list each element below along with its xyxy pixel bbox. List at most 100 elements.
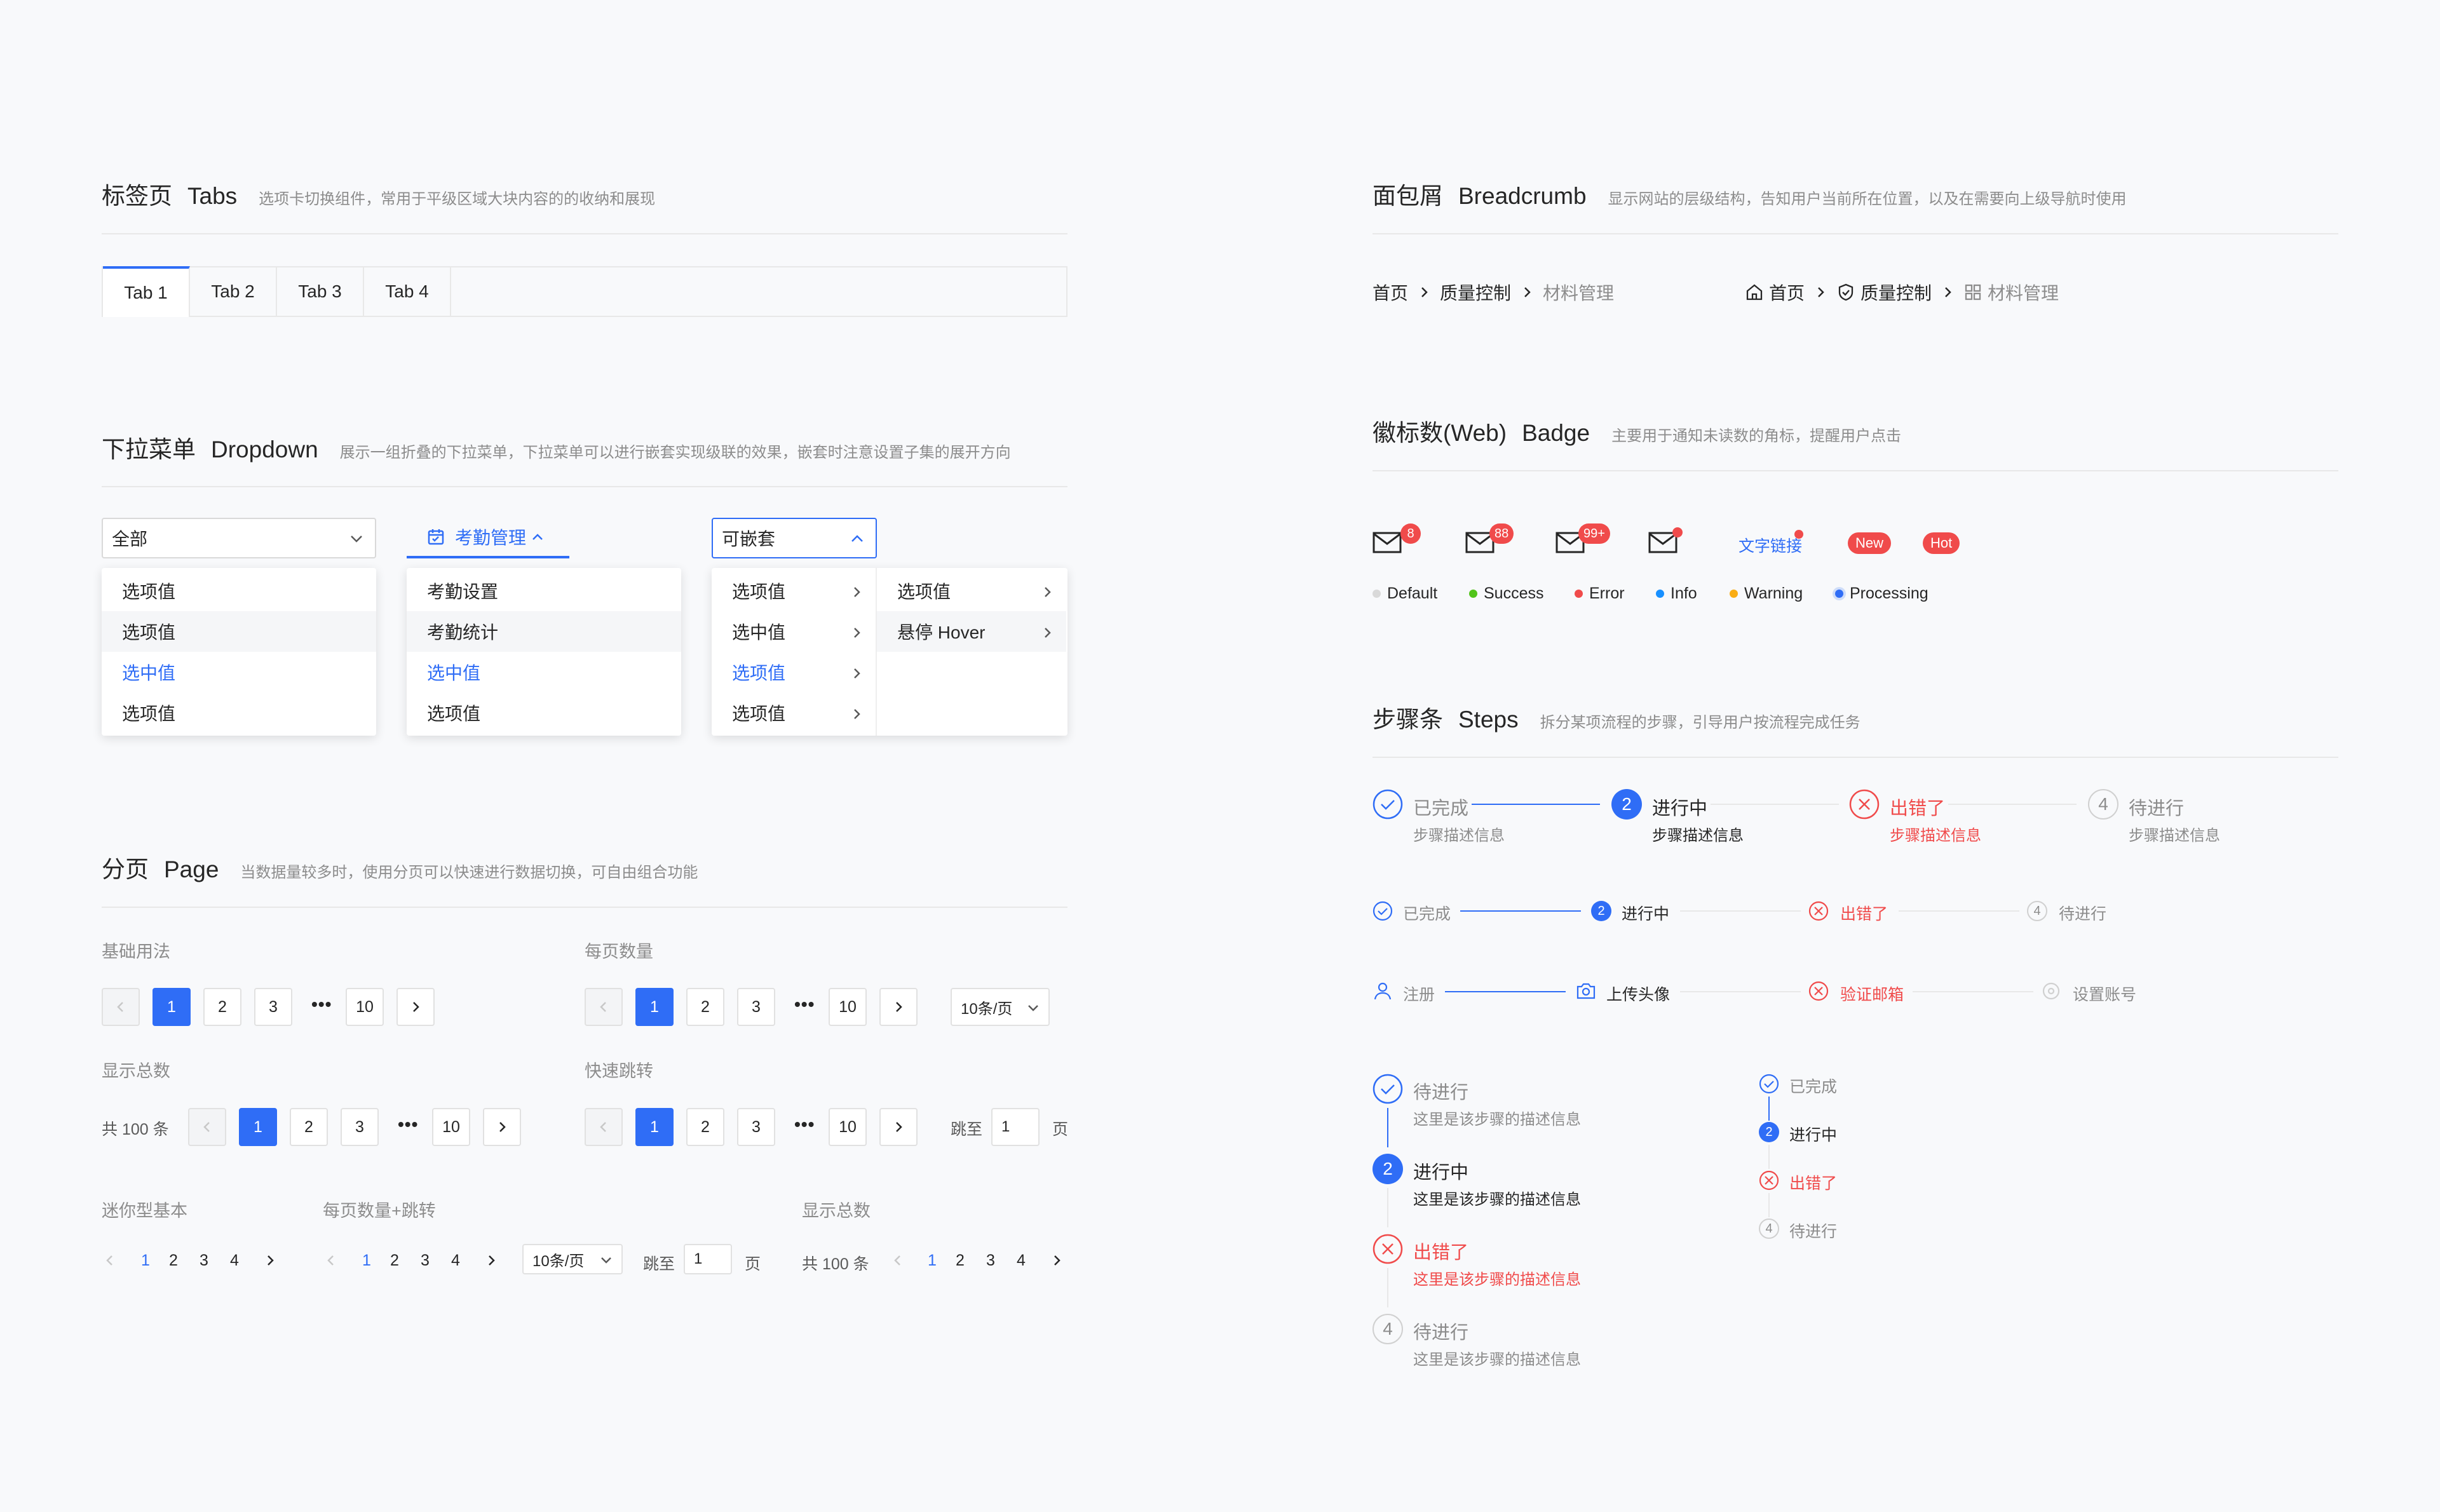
menu-item[interactable]: 选项值 <box>712 692 876 733</box>
breadcrumb-item[interactable]: 质量控制 <box>1860 280 1932 305</box>
dropdown-attendance[interactable]: 考勤管理 <box>407 518 569 558</box>
mini-page[interactable]: 2 <box>956 1252 965 1270</box>
menu-column: 选项值 选中值 选项值 选项值 <box>712 568 877 736</box>
breadcrumb-item[interactable]: 首页 <box>1372 280 1408 305</box>
page-button[interactable]: 2 <box>686 988 724 1026</box>
menu-item-hover[interactable]: 选项值 <box>102 611 376 652</box>
mini-page[interactable]: 2 <box>390 1252 399 1270</box>
submenu-item[interactable]: 选项值 <box>877 570 1066 611</box>
next-page-button[interactable] <box>396 988 435 1026</box>
error-circle-icon <box>1849 789 1880 820</box>
chevron-right-icon[interactable] <box>487 1254 496 1267</box>
page-button[interactable]: 3 <box>254 988 292 1026</box>
page-unit: 页 <box>745 1255 761 1273</box>
page-button[interactable]: 1 <box>635 988 674 1026</box>
menu-item[interactable]: 选中值 <box>712 611 876 652</box>
page-button[interactable]: 1 <box>635 1108 674 1146</box>
page-button[interactable]: 3 <box>341 1108 379 1146</box>
next-page-button[interactable] <box>879 988 918 1026</box>
page-button[interactable]: 10 <box>432 1108 470 1146</box>
step-connector <box>1899 910 2019 912</box>
dropdown-title: 下拉菜单 <box>102 436 196 462</box>
tab-2[interactable]: Tab 2 <box>190 267 277 316</box>
jump-label: 跳至 <box>643 1255 675 1273</box>
chevron-left-icon[interactable] <box>327 1254 336 1267</box>
dropdown-nested-value: 可嵌套 <box>722 529 776 549</box>
mini-page[interactable]: 1 <box>928 1252 937 1270</box>
menu-item[interactable]: 考勤设置 <box>407 570 681 611</box>
mail-icon[interactable] <box>1372 531 1402 554</box>
status-default: Default <box>1372 584 1437 603</box>
chevron-right-icon <box>1045 628 1051 638</box>
step-connector <box>1711 804 1839 805</box>
mini-page[interactable]: 4 <box>230 1252 239 1270</box>
menu-item[interactable]: 选项值 <box>102 570 376 611</box>
divider <box>102 233 1068 234</box>
menu-item-selected[interactable]: 选中值 <box>407 652 681 692</box>
menu-item-hover[interactable]: 考勤统计 <box>407 611 681 652</box>
prev-page-button[interactable] <box>585 1108 623 1146</box>
prev-page-button[interactable] <box>102 988 140 1026</box>
page-button[interactable]: 2 <box>203 988 241 1026</box>
step-number: 2 <box>1591 901 1611 921</box>
step-title: 出错了 <box>1890 799 1946 819</box>
chevron-left-icon[interactable] <box>893 1254 902 1267</box>
step-connector <box>1768 1145 1770 1169</box>
chevron-right-icon[interactable] <box>1052 1254 1061 1267</box>
page-button[interactable]: 10 <box>346 988 384 1026</box>
dropdown-nested[interactable]: 可嵌套 <box>712 518 877 558</box>
breadcrumb: 首页 质量控制 材料管理 <box>1372 280 1614 305</box>
tab-4[interactable]: Tab 4 <box>364 267 451 316</box>
mini-page[interactable]: 3 <box>421 1252 430 1270</box>
menu-item[interactable]: 选项值 <box>712 570 876 611</box>
page-button[interactable]: 3 <box>737 988 775 1026</box>
chevron-right-icon <box>1524 287 1531 297</box>
prev-page-button[interactable] <box>585 988 623 1026</box>
breadcrumb-with-icons: 首页 质量控制 材料管理 <box>1745 280 2059 305</box>
dropdown-title-en: Dropdown <box>211 436 318 462</box>
step-number: 2 <box>1372 1154 1403 1184</box>
mini-page[interactable]: 4 <box>1017 1252 1026 1270</box>
page-button[interactable]: 10 <box>829 1108 867 1146</box>
mini-page[interactable]: 1 <box>362 1252 371 1270</box>
menu-item-selected[interactable]: 选中值 <box>102 652 376 692</box>
step-number: 4 <box>1372 1314 1403 1344</box>
chevron-right-icon[interactable] <box>266 1254 274 1267</box>
page-button[interactable]: 2 <box>290 1108 328 1146</box>
page-button[interactable]: 3 <box>737 1108 775 1146</box>
prev-page-button[interactable] <box>188 1108 226 1146</box>
breadcrumb-item[interactable]: 首页 <box>1769 280 1805 305</box>
mini-page[interactable]: 2 <box>169 1252 178 1270</box>
menu-item-selected[interactable]: 选项值 <box>712 652 876 692</box>
jump-input[interactable]: 1 <box>991 1108 1040 1146</box>
breadcrumb-item[interactable]: 质量控制 <box>1440 280 1511 305</box>
page-button[interactable]: 10 <box>829 988 867 1026</box>
menu-item[interactable]: 选项值 <box>102 692 376 733</box>
check-circle-icon <box>1372 789 1403 820</box>
tabs-header: 标签页 Tabs 选项卡切换组件，常用于平级区域大块内容的的收纳和展现 <box>102 177 655 211</box>
menu-item[interactable]: 选项值 <box>407 692 681 733</box>
check-circle-icon <box>1372 1074 1403 1104</box>
mini-page[interactable]: 3 <box>200 1252 208 1270</box>
page-button[interactable]: 1 <box>239 1108 277 1146</box>
step-title: 进行中 <box>1413 1163 1469 1183</box>
jump-input[interactable]: 1 <box>684 1244 732 1274</box>
next-page-button[interactable] <box>879 1108 918 1146</box>
mini-page[interactable]: 3 <box>986 1252 995 1270</box>
chevron-up-icon <box>851 535 863 542</box>
chevron-left-icon <box>600 1002 606 1012</box>
chevron-left-icon[interactable] <box>105 1254 114 1267</box>
badge-link[interactable]: 文字链接 <box>1738 534 1802 557</box>
page-button[interactable]: 2 <box>686 1108 724 1146</box>
mini-page[interactable]: 4 <box>451 1252 460 1270</box>
per-page-select[interactable]: 10条/页 <box>951 988 1050 1026</box>
per-page-select[interactable]: 10条/页 <box>522 1244 623 1274</box>
mini-page[interactable]: 1 <box>141 1252 150 1270</box>
tab-3[interactable]: Tab 3 <box>277 267 364 316</box>
page-button[interactable]: 1 <box>152 988 191 1026</box>
dropdown-all[interactable]: 全部 <box>102 518 376 558</box>
status-warning: Warning <box>1730 584 1803 603</box>
tab-1[interactable]: Tab 1 <box>103 266 190 317</box>
submenu-item-hover[interactable]: 悬停 Hover <box>877 611 1066 652</box>
next-page-button[interactable] <box>483 1108 521 1146</box>
